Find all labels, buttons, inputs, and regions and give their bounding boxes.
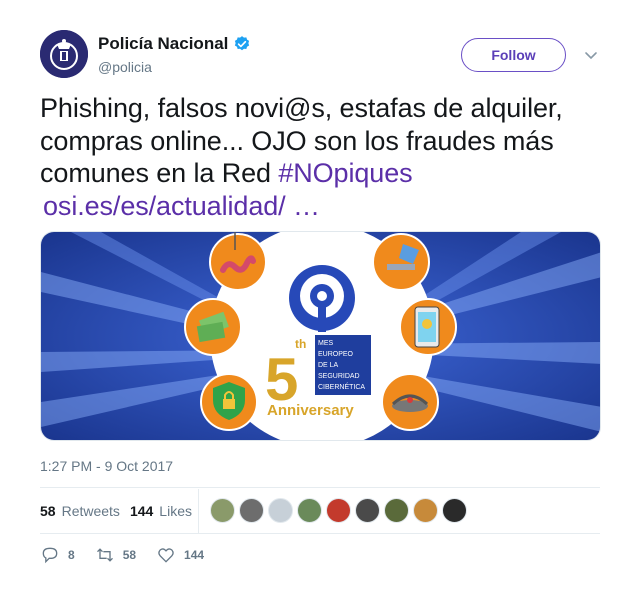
banner-line: CIBERNÉTICA	[318, 382, 365, 391]
tweet-line: comunes en la Red #NOpiques	[40, 157, 620, 190]
banner-line: EUROPEO	[318, 351, 354, 358]
like-action[interactable]: 144	[156, 545, 204, 565]
tweet-line: Phishing, falsos novi@s, estafas de alqu…	[40, 93, 563, 123]
reply-icon	[42, 547, 58, 564]
shield-lock-icon	[200, 373, 258, 431]
retweet-icon	[96, 548, 113, 562]
reply-action[interactable]: 8	[40, 545, 75, 565]
retweets-label: Retweets	[61, 503, 120, 519]
liker-avatar[interactable]	[384, 498, 409, 523]
banner-line: DE LA	[318, 362, 339, 369]
tweet-header: Policía Nacional @policia Follow	[40, 30, 600, 80]
hashtag-link[interactable]: #NOpiques	[278, 158, 412, 188]
likes-count: 144	[129, 503, 154, 519]
liker-avatar[interactable]	[355, 498, 380, 523]
likes-label: Likes	[159, 503, 192, 519]
worm-icon	[209, 232, 267, 291]
retweets-stat[interactable]: 58 Retweets	[40, 503, 120, 519]
anniversary-label: Anniversary	[267, 402, 354, 419]
stats-separator	[198, 489, 199, 533]
like-count: 144	[184, 548, 205, 562]
url-link[interactable]: osi.es/es/actualidad/ …	[43, 191, 320, 221]
police-badge-icon	[40, 30, 88, 78]
account-info: Policía Nacional @policia	[98, 34, 251, 75]
retweets-count: 58	[40, 503, 56, 519]
verified-badge-icon	[235, 36, 250, 51]
heart-icon	[158, 548, 174, 563]
banner-text-block: MES EUROPEO DE LA SEGURIDAD CIBERNÉTICA	[315, 335, 371, 395]
tweet-timestamp[interactable]: 1:27 PM - 9 Oct 2017	[40, 458, 173, 474]
laptop-icon	[372, 233, 430, 291]
avatar[interactable]	[40, 30, 88, 78]
follow-button[interactable]: Follow	[461, 38, 566, 72]
trap-icon	[381, 373, 439, 431]
reply-count: 8	[68, 548, 75, 562]
likes-stat[interactable]: 144 Likes	[130, 503, 192, 519]
retweet-action[interactable]: 58	[95, 545, 136, 565]
media-image: MES EUROPEO DE LA SEGURIDAD CIBERNÉTICA …	[41, 232, 600, 440]
tweet-line: compras online... OJO son los fraudes má…	[40, 125, 554, 156]
liker-avatar[interactable]	[326, 498, 351, 523]
money-icon	[184, 298, 242, 356]
liker-avatar[interactable]	[268, 498, 293, 523]
divider	[40, 487, 600, 488]
chevron-down-icon[interactable]	[584, 48, 598, 62]
engagement-stats: 58 Retweets 144 Likes	[40, 500, 202, 522]
tweet-text: Phishing, falsos novi@s, estafas de alqu…	[40, 92, 620, 222]
phone-icon	[399, 298, 457, 356]
liker-avatar[interactable]	[413, 498, 438, 523]
divider	[40, 533, 600, 534]
banner-line: MES	[318, 340, 334, 347]
tweet-line: osi.es/es/actualidad/ …	[40, 190, 620, 223]
liker-avatar[interactable]	[297, 498, 322, 523]
tweet-actions: 8 58 144	[40, 545, 224, 565]
liker-avatar[interactable]	[442, 498, 467, 523]
tweet-media[interactable]: MES EUROPEO DE LA SEGURIDAD CIBERNÉTICA …	[40, 231, 601, 441]
liker-avatar[interactable]	[210, 498, 235, 523]
liker-avatars	[210, 498, 471, 523]
banner-line: SEGURIDAD	[318, 373, 360, 380]
tweet-line-text: comunes en la Red	[40, 158, 279, 188]
retweet-count: 58	[122, 548, 137, 562]
anniversary-ordinal: th	[295, 337, 306, 351]
liker-avatar[interactable]	[239, 498, 264, 523]
display-name[interactable]: Policía Nacional	[98, 34, 228, 54]
account-handle[interactable]: @policia	[98, 59, 251, 75]
